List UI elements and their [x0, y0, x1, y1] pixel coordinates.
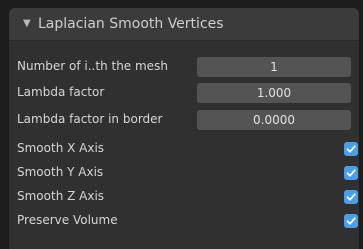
iterations-label: Number of i..th the mesh: [17, 59, 168, 73]
iterations-row: Number of i..th the mesh 1: [9, 56, 359, 78]
lambda-factor-field[interactable]: 1.000: [197, 83, 351, 103]
smooth-y-row[interactable]: Smooth Y Axis: [9, 162, 359, 184]
panel-header[interactable]: ▼ Laplacian Smooth Vertices: [9, 8, 359, 41]
preserve-volume-label: Preserve Volume: [17, 213, 118, 227]
smooth-z-row[interactable]: Smooth Z Axis: [9, 186, 359, 208]
smooth-x-row[interactable]: Smooth X Axis: [9, 138, 359, 160]
lambda-factor-label: Lambda factor: [17, 85, 105, 99]
lambda-border-row: Lambda factor in border 0.0000: [9, 109, 359, 131]
checkmark-icon: [346, 193, 356, 201]
checkmark-icon: [346, 169, 356, 177]
iterations-field[interactable]: 1: [197, 57, 351, 77]
smooth-z-checkbox[interactable]: [344, 190, 358, 204]
panel-title: Laplacian Smooth Vertices: [38, 16, 224, 32]
smooth-x-label: Smooth X Axis: [17, 141, 105, 155]
laplacian-smooth-panel: ▼ Laplacian Smooth Vertices Number of i.…: [9, 8, 359, 249]
smooth-y-label: Smooth Y Axis: [17, 165, 104, 179]
checkmark-icon: [346, 145, 356, 153]
preserve-volume-checkbox[interactable]: [344, 214, 358, 228]
disclosure-triangle-down-icon[interactable]: ▼: [23, 18, 31, 29]
preserve-volume-row[interactable]: Preserve Volume: [9, 210, 359, 232]
smooth-x-checkbox[interactable]: [344, 142, 358, 156]
smooth-y-checkbox[interactable]: [344, 166, 358, 180]
lambda-border-label: Lambda factor in border: [17, 112, 163, 126]
lambda-border-field[interactable]: 0.0000: [197, 110, 351, 130]
checkmark-icon: [346, 217, 356, 225]
lambda-factor-row: Lambda factor 1.000: [9, 82, 359, 104]
smooth-z-label: Smooth Z Axis: [17, 189, 105, 203]
